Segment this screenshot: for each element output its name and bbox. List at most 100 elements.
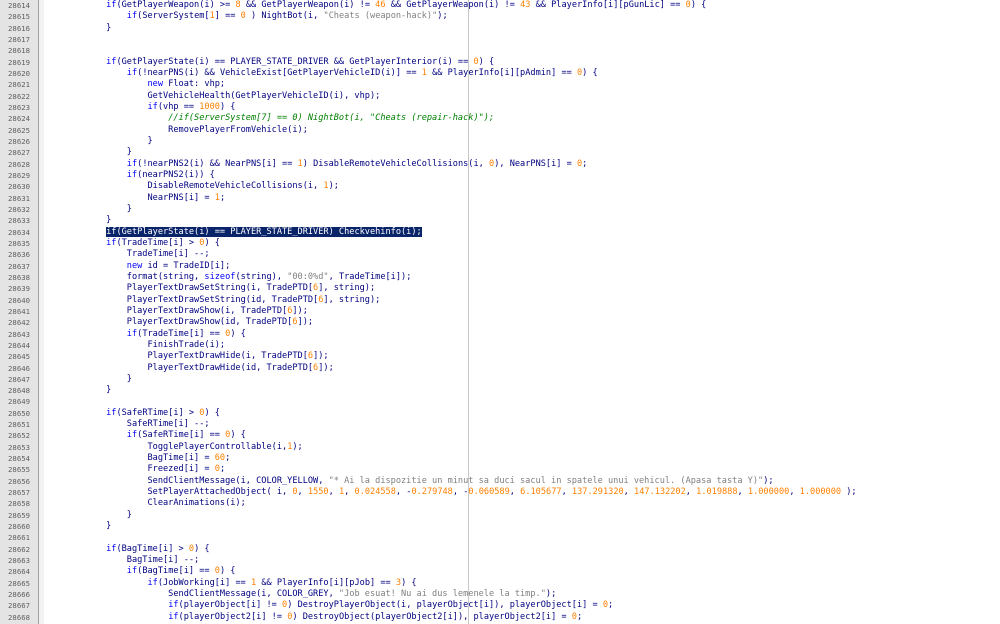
code-text[interactable]: } bbox=[44, 215, 111, 226]
code-text[interactable]: BagTime[i] --; bbox=[44, 555, 199, 566]
code-text[interactable]: if(TradeTime[i] > 0) { bbox=[44, 238, 220, 249]
code-text[interactable]: FinishTrade(i); bbox=[44, 340, 225, 351]
code-line[interactable]: 28663 BagTime[i] --; bbox=[0, 555, 1000, 566]
code-line[interactable]: 28641 PlayerTextDrawShow(i, TradePTD[6])… bbox=[0, 306, 1000, 317]
code-line[interactable]: 28660 } bbox=[0, 521, 1000, 532]
code-text[interactable]: PlayerTextDrawShow(id, TradePTD[6]); bbox=[44, 317, 313, 328]
code-text[interactable]: if(TradeTime[i] == 0) { bbox=[44, 329, 246, 340]
code-text[interactable]: if(BagTime[i] > 0) { bbox=[44, 544, 210, 555]
code-line[interactable]: 28665 if(JobWorking[i] == 1 && PlayerInf… bbox=[0, 578, 1000, 589]
code-text[interactable]: PlayerTextDrawHide(id, TradePTD[6]); bbox=[44, 363, 333, 374]
code-line[interactable]: 28661 bbox=[0, 532, 1000, 543]
code-line[interactable]: 28620 if(!nearPNS(i) && VehicleExist[Get… bbox=[0, 68, 1000, 79]
code-line[interactable]: 28649 bbox=[0, 396, 1000, 407]
code-line[interactable]: 28624 //if(ServerSystem[7] == 0) NightBo… bbox=[0, 113, 1000, 124]
code-text[interactable]: if(playerObject[i] != 0) DestroyPlayerOb… bbox=[44, 600, 613, 611]
code-text[interactable]: DisableRemoteVehicleCollisions(i, 1); bbox=[44, 181, 338, 192]
code-line[interactable]: 28667 if(playerObject[i] != 0) DestroyPl… bbox=[0, 600, 1000, 611]
code-text[interactable]: TogglePlayerControllable(i,1); bbox=[44, 442, 302, 453]
code-line[interactable]: 28658 ClearAnimations(i); bbox=[0, 498, 1000, 509]
code-text[interactable]: if(playerObject2[i] != 0) DestroyObject(… bbox=[44, 612, 582, 623]
code-line[interactable]: 28629 if(nearPNS2(i)) { bbox=[0, 170, 1000, 181]
code-text[interactable]: SetPlayerAttachedObject( i, 0, 1550, 1, … bbox=[44, 487, 856, 498]
code-line[interactable]: 28643 if(TradeTime[i] == 0) { bbox=[0, 329, 1000, 340]
code-text[interactable]: NearPNS[i] = 1; bbox=[44, 193, 225, 204]
code-text[interactable]: if(!nearPNS2(i) && NearPNS[i] == 1) Disa… bbox=[44, 159, 588, 170]
code-text[interactable]: } bbox=[44, 521, 111, 532]
code-line[interactable]: 28627 } bbox=[0, 147, 1000, 158]
code-line[interactable]: 28628 if(!nearPNS2(i) && NearPNS[i] == 1… bbox=[0, 159, 1000, 170]
code-text[interactable]: new Float: vhp; bbox=[44, 79, 225, 90]
code-line[interactable]: 28625 RemovePlayerFromVehicle(i); bbox=[0, 125, 1000, 136]
code-line[interactable]: 28640 PlayerTextDrawSetString(id, TradeP… bbox=[0, 295, 1000, 306]
code-text[interactable]: if(BagTime[i] == 0) { bbox=[44, 566, 236, 577]
code-line[interactable]: 28616 } bbox=[0, 23, 1000, 34]
code-line[interactable]: 28654 BagTime[i] = 60; bbox=[0, 453, 1000, 464]
code-line[interactable]: 28664 if(BagTime[i] == 0) { bbox=[0, 566, 1000, 577]
selected-code-line[interactable]: 28634 if(GetPlayerState(i) == PLAYER_STA… bbox=[0, 226, 1000, 238]
code-line[interactable]: 28636 TradeTime[i] --; bbox=[0, 249, 1000, 260]
code-text[interactable]: GetVehicleHealth(GetPlayerVehicleID(i), … bbox=[44, 91, 380, 102]
code-line[interactable]: 28622 GetVehicleHealth(GetPlayerVehicleI… bbox=[0, 91, 1000, 102]
code-line[interactable]: 28662 if(BagTime[i] > 0) { bbox=[0, 544, 1000, 555]
code-line[interactable]: 28621 new Float: vhp; bbox=[0, 79, 1000, 90]
code-text[interactable]: if(ServerSystem[1] == 0 ) NightBot(i, "C… bbox=[44, 11, 448, 22]
code-line[interactable]: 28650 if(SafeRTime[i] > 0) { bbox=[0, 408, 1000, 419]
code-text[interactable]: if(GetPlayerWeapon(i) >= 8 && GetPlayerW… bbox=[44, 0, 706, 11]
code-text[interactable]: PlayerTextDrawSetString(i, TradePTD[6], … bbox=[44, 283, 375, 294]
code-text[interactable]: Freezed[i] = 0; bbox=[44, 464, 225, 475]
code-text[interactable]: } bbox=[44, 374, 132, 385]
code-text[interactable]: new id = TradeID[i]; bbox=[44, 261, 231, 272]
code-lines[interactable]: 28614 if(GetPlayerWeapon(i) >= 8 && GetP… bbox=[0, 0, 1000, 623]
code-line[interactable]: 28652 if(SafeRTime[i] == 0) { bbox=[0, 430, 1000, 441]
code-text[interactable]: SafeRTime[i] --; bbox=[44, 419, 210, 430]
code-text[interactable]: } bbox=[44, 136, 152, 147]
code-text[interactable]: } bbox=[44, 23, 111, 34]
code-text[interactable]: if(GetPlayerState(i) == PLAYER_STATE_DRI… bbox=[44, 57, 494, 68]
code-line[interactable]: 28635 if(TradeTime[i] > 0) { bbox=[0, 238, 1000, 249]
code-text[interactable]: } bbox=[44, 147, 132, 158]
code-line[interactable]: 28655 Freezed[i] = 0; bbox=[0, 464, 1000, 475]
code-line[interactable]: 28631 NearPNS[i] = 1; bbox=[0, 193, 1000, 204]
code-text[interactable]: RemovePlayerFromVehicle(i); bbox=[44, 125, 308, 136]
code-line[interactable]: 28619 if(GetPlayerState(i) == PLAYER_STA… bbox=[0, 57, 1000, 68]
code-line[interactable]: 28638 format(string, sizeof(string), "00… bbox=[0, 272, 1000, 283]
code-text[interactable]: if(vhp == 1000) { bbox=[44, 102, 235, 113]
code-text[interactable]: PlayerTextDrawShow(i, TradePTD[6]); bbox=[44, 306, 308, 317]
code-line[interactable]: 28617 bbox=[0, 34, 1000, 45]
code-line[interactable]: 28645 PlayerTextDrawHide(i, TradePTD[6])… bbox=[0, 351, 1000, 362]
code-line[interactable]: 28657 SetPlayerAttachedObject( i, 0, 155… bbox=[0, 487, 1000, 498]
code-text[interactable]: ClearAnimations(i); bbox=[44, 498, 245, 509]
code-line[interactable]: 28639 PlayerTextDrawSetString(i, TradePT… bbox=[0, 283, 1000, 294]
code-line[interactable]: 28653 TogglePlayerControllable(i,1); bbox=[0, 442, 1000, 453]
code-line[interactable]: 28630 DisableRemoteVehicleCollisions(i, … bbox=[0, 181, 1000, 192]
code-line[interactable]: 28618 bbox=[0, 45, 1000, 56]
code-line[interactable]: 28637 new id = TradeID[i]; bbox=[0, 261, 1000, 272]
code-line[interactable]: 28615 if(ServerSystem[1] == 0 ) NightBot… bbox=[0, 11, 1000, 22]
code-text[interactable]: PlayerTextDrawSetString(id, TradePTD[6],… bbox=[44, 295, 381, 306]
code-text[interactable]: } bbox=[44, 385, 111, 396]
code-text[interactable]: SendClientMessage(i, COLOR_YELLOW, "* Ai… bbox=[44, 476, 773, 487]
code-line[interactable]: 28633 } bbox=[0, 215, 1000, 226]
code-text[interactable]: if(!nearPNS(i) && VehicleExist[GetPlayer… bbox=[44, 68, 598, 79]
code-text[interactable]: if(GetPlayerState(i) == PLAYER_STATE_DRI… bbox=[44, 226, 422, 238]
code-line[interactable]: 28656 SendClientMessage(i, COLOR_YELLOW,… bbox=[0, 476, 1000, 487]
code-text[interactable]: } bbox=[44, 204, 132, 215]
code-text[interactable]: format(string, sizeof(string), "00:0%d",… bbox=[44, 272, 412, 283]
code-text[interactable]: //if(ServerSystem[7] == 0) NightBot(i, "… bbox=[44, 113, 494, 124]
code-line[interactable]: 28642 PlayerTextDrawShow(id, TradePTD[6]… bbox=[0, 317, 1000, 328]
code-line[interactable]: 28614 if(GetPlayerWeapon(i) >= 8 && GetP… bbox=[0, 0, 1000, 11]
code-text[interactable]: if(SafeRTime[i] > 0) { bbox=[44, 408, 220, 419]
code-line[interactable]: 28668 if(playerObject2[i] != 0) DestroyO… bbox=[0, 612, 1000, 623]
code-text[interactable]: if(nearPNS2(i)) { bbox=[44, 170, 215, 181]
code-line[interactable]: 28647 } bbox=[0, 374, 1000, 385]
code-text[interactable]: } bbox=[44, 510, 132, 521]
code-line[interactable]: 28666 SendClientMessage(i, COLOR_GREY, "… bbox=[0, 589, 1000, 600]
code-line[interactable]: 28623 if(vhp == 1000) { bbox=[0, 102, 1000, 113]
code-text[interactable]: if(JobWorking[i] == 1 && PlayerInfo[i][p… bbox=[44, 578, 416, 589]
code-text[interactable]: BagTime[i] = 60; bbox=[44, 453, 230, 464]
code-line[interactable]: 28651 SafeRTime[i] --; bbox=[0, 419, 1000, 430]
code-line[interactable]: 28659 } bbox=[0, 510, 1000, 521]
code-line[interactable]: 28632 } bbox=[0, 204, 1000, 215]
code-line[interactable]: 28644 FinishTrade(i); bbox=[0, 340, 1000, 351]
